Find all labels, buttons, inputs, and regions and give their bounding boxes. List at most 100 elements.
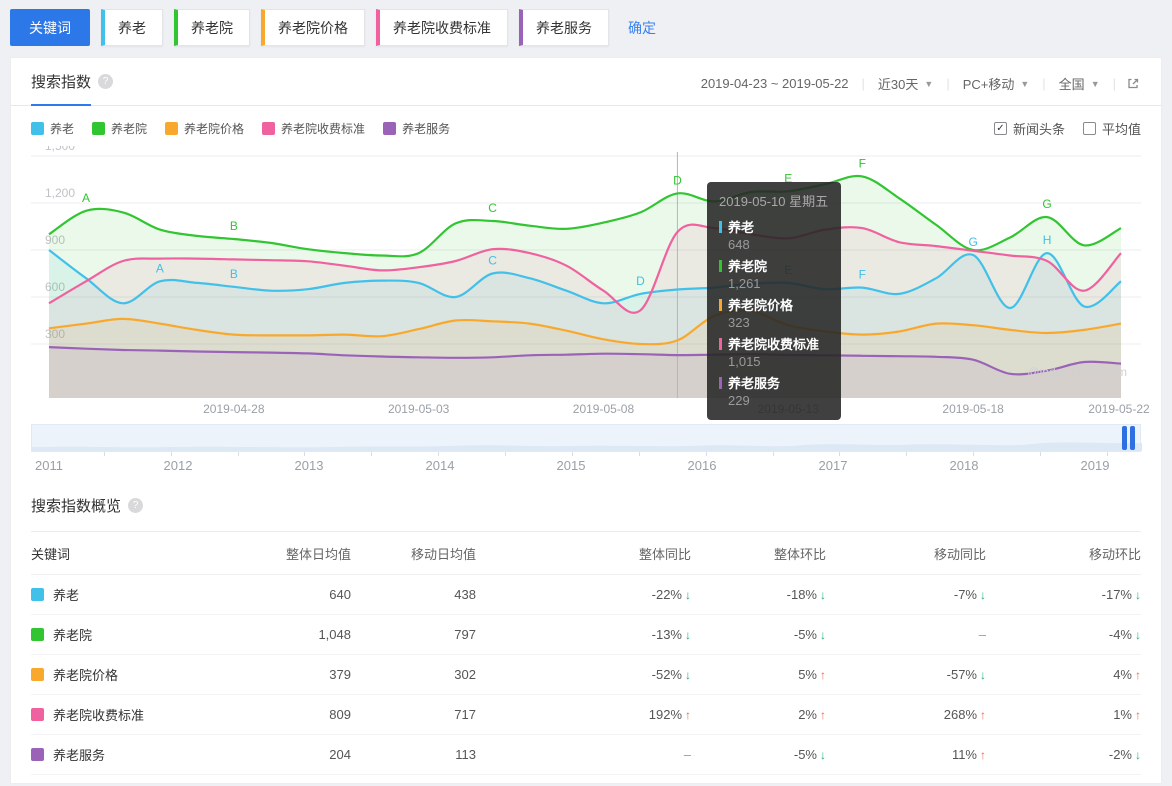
watermark: @index.baidu.com: [1027, 365, 1127, 379]
avg-value-cell: 438: [454, 587, 476, 602]
tab-search-index[interactable]: 搜索指数 ?: [31, 71, 114, 106]
x-axis-label: 2019-05-22: [1088, 402, 1150, 416]
help-icon[interactable]: ?: [98, 74, 114, 89]
x-axis-label: 2019-05-03: [387, 402, 450, 416]
keyword-label-button[interactable]: 关键词: [10, 9, 90, 46]
percent-cell: -52% ↓: [651, 667, 691, 682]
keyword-swatch: [31, 668, 44, 681]
trend-chart[interactable]: 3006009001,2001,500ABCDEFGHABCDEFG@index…: [31, 146, 1141, 420]
legend-item[interactable]: 养老院: [92, 120, 147, 137]
keyword-boxes: 养老 养老院 养老院价格 养老院收费标准 养老服务: [101, 9, 609, 46]
table-row: 养老 640 438 -22% ↓ -18% ↓ -7% ↓ -17% ↓: [31, 575, 1141, 615]
range-dropdown[interactable]: 近30天 ▼: [865, 74, 946, 93]
x-axis: 2019-04-282019-05-032019-05-082019-05-13…: [31, 398, 1150, 419]
timeline-slider[interactable]: [31, 424, 1142, 452]
timeline-years: 2011 2012 2013 2014 2015 2016 2017 2018 2019: [31, 452, 1141, 480]
keyword-swatch: [31, 628, 44, 641]
timeline-tick: [170, 452, 172, 456]
table-header-cell: 整体环比: [773, 546, 826, 562]
x-axis-label: 2019-05-08: [572, 402, 635, 416]
slider-handle-right[interactable]: [1130, 426, 1135, 450]
y-axis-label: 1,500: [45, 146, 75, 153]
tooltip-series-value: 1,261: [728, 276, 761, 291]
keyword-input-box[interactable]: 养老院价格: [261, 9, 365, 46]
external-link-icon[interactable]: [1126, 76, 1141, 91]
tooltip-item: 养老服务 229: [719, 373, 829, 408]
percent-cell: -22% ↓: [651, 587, 691, 602]
timeline-tick: [304, 452, 306, 456]
table-header-cell: 整体同比: [638, 546, 691, 562]
percent-cell: -7% ↓: [953, 587, 986, 602]
keyword-input-box[interactable]: 养老院: [174, 9, 250, 46]
year-label: 2013: [294, 458, 324, 473]
down-arrow-icon: ↓: [1135, 628, 1141, 642]
keyword-input-box[interactable]: 养老: [101, 9, 163, 46]
tooltip-item: 养老院价格 323: [719, 295, 829, 330]
tooltip-series-value: 648: [728, 237, 750, 252]
legend-item[interactable]: 养老服务: [383, 120, 450, 137]
search-index-title: 搜索指数: [31, 74, 92, 91]
timeline-tick: [638, 452, 640, 456]
timeline-tick: [973, 452, 975, 456]
point-marker-label: B: [230, 267, 238, 281]
legend-label: 养老院收费标准: [281, 122, 366, 136]
keyword-input-box[interactable]: 养老院收费标准: [376, 9, 508, 46]
keyword-cell: 养老服务: [31, 745, 221, 764]
avg-checkbox[interactable]: 平均值: [1082, 119, 1141, 138]
device-dropdown[interactable]: PC+移动 ▼: [950, 74, 1043, 93]
x-axis-label: 2019-04-28: [203, 402, 265, 416]
percent-cell: 5% ↑: [798, 667, 826, 682]
legend-swatch: [92, 122, 106, 135]
up-arrow-icon: ↑: [1135, 668, 1141, 682]
keyword-cell: 养老院: [31, 625, 221, 644]
search-index-card: 搜索指数 ? 2019-04-23 ~ 2019-05-22 | 近30天 ▼ |…: [10, 57, 1162, 784]
tooltip-items: 养老 648 养老院 1,261 养老院价格 323 养老院收费标准 1,015 养老服务 229: [719, 217, 829, 408]
legend-item[interactable]: 养老院收费标准: [262, 120, 365, 137]
keyword-swatch: [31, 748, 44, 761]
avg-value-cell: 204: [329, 747, 351, 762]
tooltip-color-bar: [719, 337, 722, 350]
tooltip-color-bar: [719, 298, 722, 311]
keyword-input-box[interactable]: 养老服务: [519, 9, 609, 46]
table-header-cell: 移动日均值: [410, 546, 476, 562]
tooltip-series-name: 养老服务: [719, 373, 829, 392]
percent-cell: –: [978, 627, 986, 642]
tooltip-color-bar: [719, 220, 722, 233]
confirm-button[interactable]: 确定: [628, 18, 656, 38]
avg-value-cell: 379: [329, 667, 351, 682]
keyword-name: 养老院: [53, 628, 93, 643]
timeline-tick: [839, 452, 841, 456]
timeline-mini-chart: [32, 442, 1142, 451]
legend-item[interactable]: 养老: [31, 120, 74, 137]
region-dropdown[interactable]: 全国 ▼: [1046, 74, 1113, 93]
percent-cell: -4% ↓: [1108, 627, 1141, 642]
percent-cell: -57% ↓: [946, 667, 986, 682]
point-marker-label: F: [859, 156, 866, 170]
point-marker-label: C: [488, 254, 497, 268]
slider-handle-left[interactable]: [1122, 426, 1127, 450]
trend-chart-svg: 3006009001,2001,500ABCDEFGHABCDEFG@index…: [31, 146, 1141, 398]
tooltip-series-name: 养老院: [719, 256, 829, 275]
legend-item[interactable]: 养老院价格: [165, 120, 244, 137]
tooltip-color-bar: [719, 376, 722, 389]
keyword-bar: 关键词 养老 养老院 养老院价格 养老院收费标准 养老服务 确定: [0, 0, 1172, 55]
tooltip-item: 养老 648: [719, 217, 829, 252]
avg-value-cell: 1,048: [318, 627, 351, 642]
chevron-down-icon: ▼: [924, 78, 934, 89]
percent-cell: 192% ↑: [648, 707, 691, 722]
percent-cell: 268% ↑: [943, 707, 986, 722]
keyword-swatch: [31, 708, 44, 721]
overview-table: 关键词 整体日均值 移动日均值 整体同比 整体环比 移动同比 移动环比 养老 640 438 -22…: [31, 532, 1141, 783]
timeline-tick: [705, 452, 707, 456]
point-marker-label: G: [1042, 197, 1051, 211]
overview-section: 搜索指数概览 ?: [11, 480, 1161, 532]
table-header-cell: 移动环比: [1088, 546, 1141, 562]
avg-value-cell: 809: [329, 707, 351, 722]
news-checkbox[interactable]: ✓ 新闻头条: [993, 119, 1065, 138]
tooltip-item: 养老院 1,261: [719, 256, 829, 291]
help-icon[interactable]: ?: [128, 498, 144, 513]
point-marker-label: D: [673, 173, 682, 187]
table-row: 养老院 1,048 797 -13% ↓ -5% ↓ – -4% ↓: [31, 615, 1141, 655]
table-header-cell: 移动同比: [933, 546, 986, 562]
legend-swatch: [383, 122, 397, 135]
